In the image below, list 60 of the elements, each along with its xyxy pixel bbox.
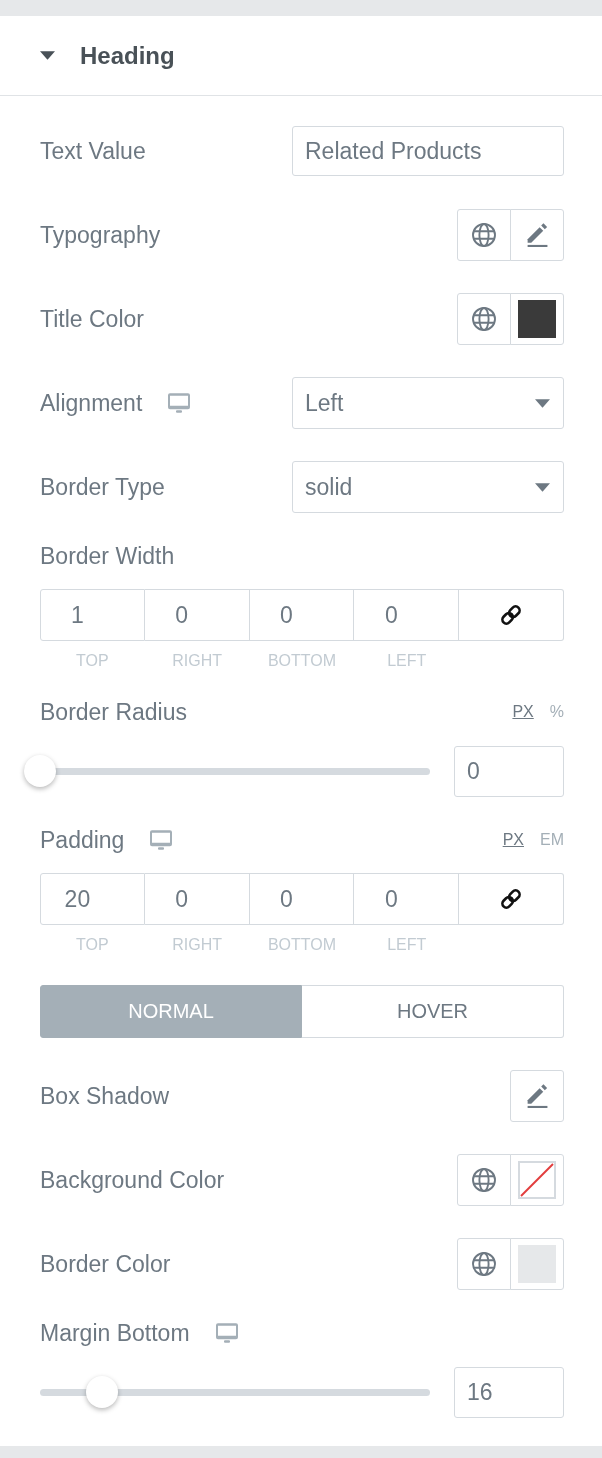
globe-icon	[472, 307, 496, 331]
number-field[interactable]: 0	[454, 745, 564, 797]
side-label: TOP	[76, 937, 109, 953]
color-picker-button[interactable]	[510, 1154, 564, 1206]
caret-icon	[535, 482, 550, 492]
number-field[interactable]: 16	[454, 1366, 564, 1418]
text-field[interactable]: Related Products	[292, 126, 564, 176]
unit-option[interactable]: PX	[512, 703, 534, 721]
unit-option[interactable]: EM	[540, 831, 564, 849]
slider-thumb[interactable]	[86, 1376, 119, 1408]
dimension-field[interactable]: 0	[354, 589, 460, 641]
color-picker-button[interactable]	[510, 293, 564, 345]
control-label: Box Shadow	[40, 1084, 170, 1108]
control-label: Background Color	[40, 1168, 225, 1192]
unit-option[interactable]: PX	[502, 831, 524, 849]
dimension-field[interactable]: 0	[144, 589, 250, 641]
global-button[interactable]	[457, 209, 511, 261]
global-button[interactable]	[457, 293, 511, 345]
pencil-icon	[525, 1084, 549, 1108]
control-label: Padding	[40, 828, 125, 852]
global-button[interactable]	[457, 1154, 511, 1206]
dimension-field[interactable]: 0	[249, 873, 355, 925]
control-label: Text Value	[40, 139, 146, 163]
control-label: Border Width	[40, 544, 175, 568]
side-label: RIGHT	[172, 937, 223, 953]
slider-thumb[interactable]	[24, 755, 56, 787]
empty-swatch-icon	[518, 1161, 556, 1199]
edit-button[interactable]	[510, 1070, 564, 1122]
side-label: RIGHT	[172, 653, 223, 669]
control-label: Alignment	[40, 391, 143, 415]
dimension-field[interactable]: 0	[249, 589, 355, 641]
control-label: Title Color	[40, 307, 144, 331]
globe-icon	[472, 223, 496, 247]
dimension-field[interactable]: 0	[144, 873, 250, 925]
dimension-field[interactable]: 0	[354, 873, 460, 925]
globe-icon	[472, 1168, 496, 1192]
global-button[interactable]	[457, 1238, 511, 1290]
color-picker-button[interactable]	[510, 1238, 564, 1290]
unit-option[interactable]: %	[549, 703, 564, 721]
side-label: TOP	[76, 653, 109, 669]
state-tab[interactable]: HOVER	[302, 985, 564, 1038]
dimension-field[interactable]: 1	[40, 589, 145, 641]
control-label: Typography	[40, 223, 161, 247]
control-label: Border Radius	[40, 700, 188, 724]
control-label: Margin Bottom	[40, 1321, 190, 1345]
side-label: BOTTOM	[267, 653, 337, 669]
control-label: Border Type	[40, 475, 165, 499]
globe-icon	[472, 1252, 496, 1276]
link-button[interactable]	[459, 873, 564, 925]
control-label: Border Color	[40, 1252, 171, 1276]
edit-button[interactable]	[510, 209, 564, 261]
link-button[interactable]	[459, 589, 564, 641]
side-label: LEFT	[387, 937, 427, 953]
pencil-icon	[525, 223, 549, 247]
select-field[interactable]: solid	[292, 461, 564, 513]
caret-icon	[535, 398, 550, 408]
side-label: BOTTOM	[267, 937, 337, 953]
side-label: LEFT	[387, 653, 427, 669]
select-field[interactable]: Left	[292, 377, 564, 429]
dimension-field[interactable]: 20	[40, 873, 145, 925]
